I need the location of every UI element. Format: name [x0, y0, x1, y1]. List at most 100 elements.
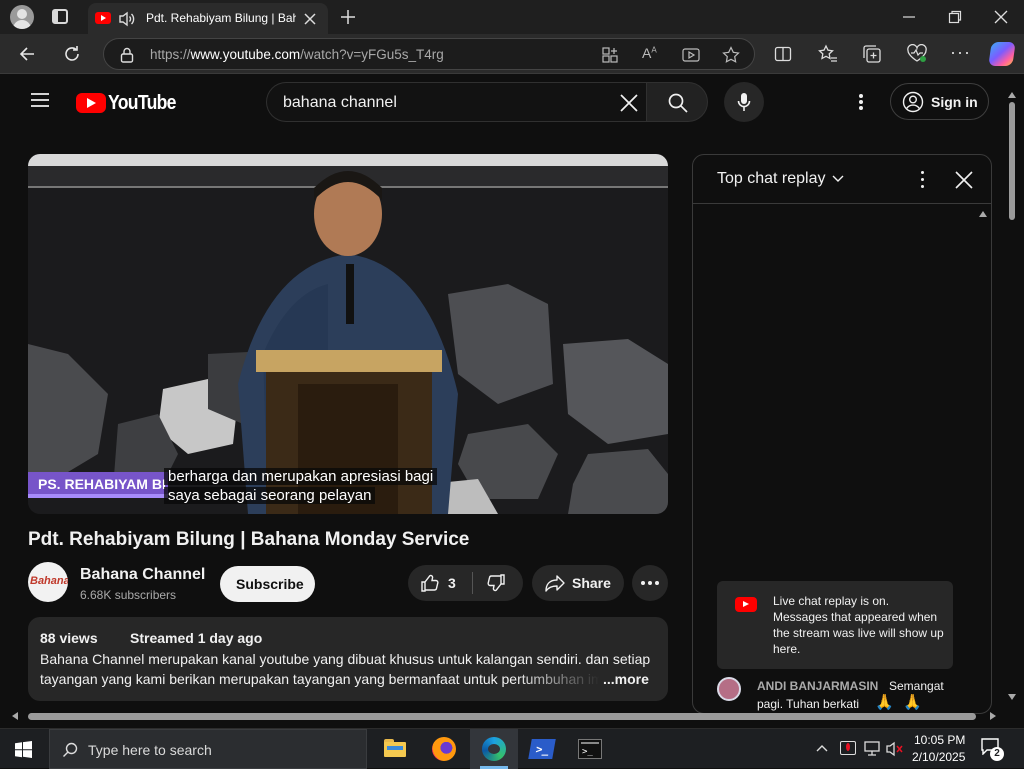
active-tab[interactable]: Pdt. Rehabiyam Bilung | Bahana: [88, 3, 328, 34]
youtube-favicon-icon: [95, 12, 111, 24]
subscriber-count: 6.68K subscribers: [80, 588, 177, 602]
windows-start-icon[interactable]: [15, 741, 32, 758]
copilot-icon[interactable]: [988, 42, 1016, 66]
chevron-down-icon: [832, 175, 844, 182]
sign-in-label: Sign in: [931, 94, 978, 110]
taskbar-search-placeholder: Type here to search: [88, 742, 212, 758]
praying-hands-icon: 🙏: [875, 694, 894, 711]
share-button[interactable]: Share: [532, 565, 624, 601]
settings-more-icon[interactable]: ···: [950, 42, 971, 63]
caption-line-2: saya sebagai seorang pelayan: [164, 487, 376, 504]
close-chat-icon[interactable]: [955, 171, 973, 189]
edge-browser-icon[interactable]: [470, 729, 518, 769]
lock-icon[interactable]: [120, 47, 134, 63]
close-window-icon[interactable]: [994, 10, 1008, 24]
minimize-icon[interactable]: [902, 12, 916, 22]
thumbs-down-icon[interactable]: [486, 573, 506, 593]
share-label: Share: [572, 575, 611, 591]
windows-taskbar: Type here to search >_ >_ 10:05 PM 2/10/…: [0, 728, 1024, 769]
chat-menu-icon[interactable]: [921, 171, 925, 189]
clock-date[interactable]: 2/10/2025: [912, 750, 965, 764]
volume-muted-icon[interactable]: [886, 741, 904, 757]
browser-essentials-icon[interactable]: [906, 44, 928, 64]
powershell-icon[interactable]: >_: [528, 739, 556, 759]
subscribe-button[interactable]: Subscribe: [220, 566, 315, 602]
author-avatar: [717, 677, 741, 701]
live-chat-panel: Top chat replay Live chat replay is on. …: [692, 154, 992, 714]
favorite-star-icon[interactable]: [722, 46, 740, 64]
terminal-icon[interactable]: >_: [578, 739, 602, 759]
notifications-button[interactable]: 2: [980, 737, 1004, 761]
stream-date: Streamed 1 day ago: [130, 630, 263, 646]
restore-icon[interactable]: [948, 10, 962, 24]
app-available-icon[interactable]: [602, 47, 618, 63]
new-tab-icon[interactable]: [340, 9, 356, 25]
subscribe-label: Subscribe: [236, 576, 304, 592]
caption-line-1: berharga dan merupakan apresiasi bagi: [164, 468, 438, 485]
description-line-2: tayangan yang kami berikan merupakan tay…: [40, 671, 600, 687]
chevron-up-icon[interactable]: [816, 744, 828, 752]
chat-message-text-2: pagi. Tuhan berkati: [757, 697, 860, 711]
back-arrow-icon[interactable]: [18, 45, 36, 63]
video-popout-icon[interactable]: [682, 47, 700, 63]
browser-tab-bar: Pdt. Rehabiyam Bilung | Bahana: [0, 0, 1024, 34]
vertical-scrollbar[interactable]: [1006, 92, 1018, 712]
read-aloud-icon[interactable]: AA: [642, 45, 657, 61]
clear-search-icon[interactable]: [619, 93, 639, 113]
browser-toolbar: https://www.youtube.com/watch?v=yFGu5s_T…: [0, 34, 1024, 74]
youtube-play-icon: [76, 93, 106, 113]
more-actions-button[interactable]: [632, 565, 668, 601]
security-alert-icon[interactable]: [840, 741, 856, 755]
video-player[interactable]: PS. REHABIYAM BI berharga dan merupakan …: [28, 154, 668, 514]
taskbar-search[interactable]: Type here to search: [49, 729, 367, 769]
menu-icon[interactable]: [30, 92, 50, 108]
view-count: 88 views: [40, 630, 98, 646]
video-frame: [28, 154, 668, 514]
share-icon: [545, 575, 565, 592]
speaker-icon[interactable]: [118, 11, 136, 27]
horizontal-scrollbar[interactable]: [8, 710, 998, 722]
search-input[interactable]: bahana channel: [283, 94, 397, 112]
pill-divider: [472, 572, 473, 594]
like-dislike-group: 3: [408, 565, 523, 601]
search-icon: [63, 742, 78, 757]
chat-mode-dropdown[interactable]: Top chat replay: [717, 170, 847, 190]
collections-icon[interactable]: [862, 44, 882, 64]
more-horizontal-icon: [641, 581, 659, 585]
sign-in-button[interactable]: Sign in: [890, 83, 989, 120]
tab-title: Pdt. Rehabiyam Bilung | Bahana: [146, 11, 296, 25]
close-tab-icon[interactable]: [304, 13, 316, 25]
search-box[interactable]: bahana channel: [266, 82, 646, 122]
channel-avatar[interactable]: Bahana: [28, 562, 68, 602]
youtube-play-icon: [735, 597, 757, 612]
network-icon[interactable]: [864, 741, 880, 756]
voice-search-button[interactable]: [724, 82, 764, 122]
search-button[interactable]: [646, 82, 708, 122]
description-box[interactable]: 88 views Streamed 1 day ago Bahana Chann…: [28, 617, 668, 701]
file-explorer-icon[interactable]: [384, 739, 406, 757]
lower-third-name: PS. REHABIYAM BI: [38, 476, 166, 492]
address-bar[interactable]: https://www.youtube.com/watch?v=yFGu5s_T…: [103, 38, 755, 70]
firefox-icon[interactable]: [432, 737, 456, 761]
refresh-icon[interactable]: [62, 44, 82, 64]
tab-actions-icon[interactable]: [52, 9, 68, 24]
like-button[interactable]: 3: [408, 565, 472, 601]
youtube-logo-text: YouTube: [108, 92, 176, 114]
clock-time[interactable]: 10:05 PM: [914, 733, 965, 747]
notification-count-badge: 2: [990, 747, 1004, 761]
like-count: 3: [448, 575, 456, 591]
vertical-scroll-thumb[interactable]: [1009, 102, 1015, 220]
profile-avatar[interactable]: [10, 5, 34, 29]
channel-avatar-text: Bahana: [30, 575, 68, 587]
favorites-icon[interactable]: [818, 44, 838, 64]
url-text[interactable]: https://www.youtube.com/watch?v=yFGu5s_T…: [150, 47, 444, 62]
chat-author-name: ANDI BANJARMASIN: [757, 679, 879, 693]
channel-name[interactable]: Bahana Channel: [80, 566, 205, 584]
chat-replay-notice: Live chat replay is on. Messages that ap…: [717, 581, 953, 669]
settings-menu-icon[interactable]: [859, 92, 863, 112]
show-more-link[interactable]: ...more: [603, 671, 649, 687]
youtube-logo[interactable]: YouTube: [76, 92, 176, 114]
horizontal-scroll-thumb[interactable]: [28, 713, 976, 720]
chat-scrollbar[interactable]: [979, 211, 987, 711]
split-screen-icon[interactable]: [774, 45, 792, 63]
